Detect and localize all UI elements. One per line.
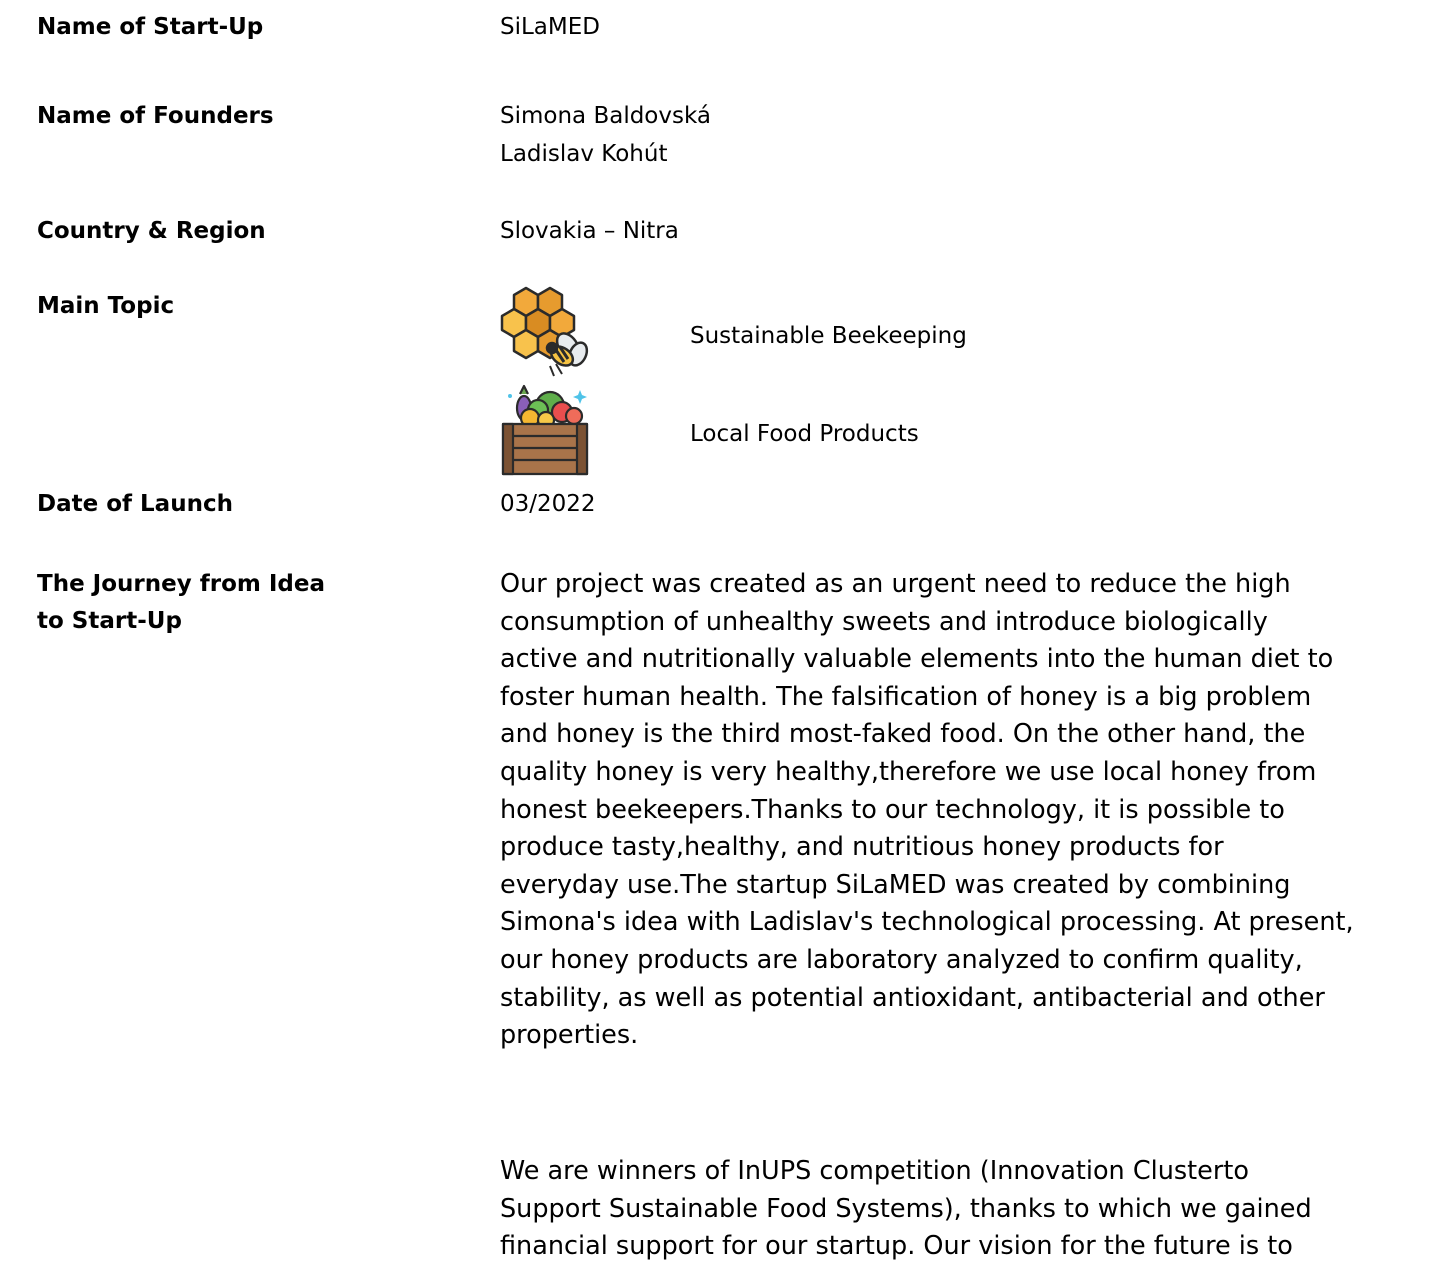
paragraph-line: properties. — [500, 1020, 639, 1051]
produce-crate-icon — [500, 384, 590, 480]
paragraph-line: quality honey is very healthy,therefore … — [500, 756, 1317, 787]
paragraph-line: produce tasty,healthy, and nutritious ho… — [500, 832, 1224, 863]
journey-label-line-1: The Journey from Idea — [37, 571, 325, 597]
journey-label-line-2: to Start-Up — [37, 608, 182, 634]
paragraph-line: everyday use.The startup SiLaMED was cre… — [500, 869, 1291, 900]
paragraph-line: foster human health. The falsification o… — [500, 681, 1312, 712]
paragraph-line: honest beekeepers.Thanks to our technolo… — [500, 794, 1285, 825]
honeycomb-bee-icon — [500, 286, 592, 382]
startup-name-value: SiLaMED — [500, 14, 600, 40]
launch-date-value: 03/2022 — [500, 491, 596, 517]
paragraph-line: Support Sustainable Food Systems), thank… — [500, 1193, 1312, 1224]
topic-local-food-products: Local Food Products — [690, 421, 919, 447]
paragraph-line: consumption of unhealthy sweets and intr… — [500, 606, 1268, 637]
paragraph-line: our honey products are laboratory analyz… — [500, 944, 1303, 975]
paragraph-line: active and nutritionally valuable elemen… — [500, 644, 1334, 675]
paragraph-line: financial support for our startup. Our v… — [500, 1231, 1293, 1262]
paragraph-line: Our project was created as an urgent nee… — [500, 569, 1291, 599]
country-region-value: Slovakia – Nitra — [500, 218, 679, 244]
founder-2: Ladislav Kohút — [500, 141, 668, 167]
journey-paragraph-2: We are winners of InUPS competition (Inn… — [500, 1153, 1435, 1266]
journey-paragraph-1: Our project was created as an urgent nee… — [500, 566, 1435, 1055]
main-topic-label: Main Topic — [37, 293, 175, 319]
paragraph-line: Simona's idea with Ladislav's technologi… — [500, 907, 1354, 938]
paragraph-line: We are winners of InUPS competition (Inn… — [500, 1156, 1249, 1186]
founder-1: Simona Baldovská — [500, 103, 711, 129]
startup-name-label: Name of Start-Up — [37, 14, 264, 40]
topic-sustainable-beekeeping: Sustainable Beekeeping — [690, 323, 967, 349]
launch-date-label: Date of Launch — [37, 491, 233, 517]
founders-label: Name of Founders — [37, 103, 274, 129]
country-region-label: Country & Region — [37, 218, 266, 244]
paragraph-line: stability, as well as potential antioxid… — [500, 982, 1325, 1013]
paragraph-line: and honey is the third most-faked food. … — [500, 719, 1306, 750]
